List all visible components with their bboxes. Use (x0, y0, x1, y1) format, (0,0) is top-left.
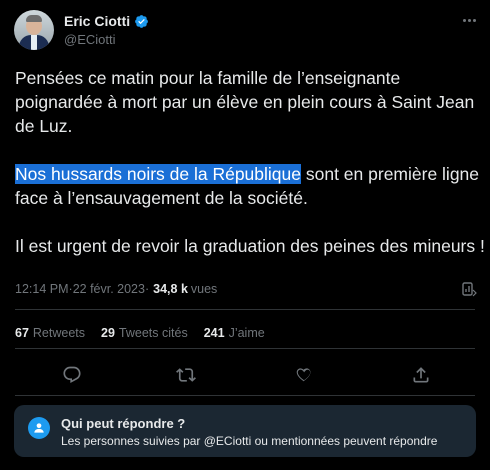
likes-label: J’aime (228, 326, 265, 340)
tweet-time[interactable]: 12:14 PM (15, 282, 69, 296)
people-icon (28, 417, 50, 439)
views-label: vues (190, 282, 218, 296)
author-display-name[interactable]: Eric Ciotti (64, 13, 130, 29)
avatar-hair-shape (26, 15, 42, 22)
reply-restriction-description: Les personnes suivies par @ECiotti ou me… (61, 434, 438, 448)
quote-tweets-stat[interactable]: 29 Tweets cités (101, 326, 188, 340)
like-icon (296, 368, 311, 382)
avatar[interactable] (14, 10, 54, 50)
tweet-paragraph-2: Nos hussards noirs de la République sont… (15, 162, 485, 210)
more-options-icon[interactable] (458, 11, 480, 29)
verified-badge-icon (135, 14, 149, 28)
share-button[interactable] (409, 363, 433, 387)
tweet-text: Pensées ce matin pour la famille de l’en… (15, 66, 485, 282)
likes-stat[interactable]: 241 J’aime (204, 326, 265, 340)
retweets-count: 67 (15, 326, 29, 340)
retweet-icon (176, 368, 196, 382)
views-count: 34,8 k (153, 282, 188, 296)
reply-icon (63, 366, 81, 384)
tweet-meta: 12:14 PM · 22 févr. 2023 · 34,8 k vues (15, 282, 217, 296)
analytics-icon[interactable] (461, 281, 477, 297)
retweets-stat[interactable]: 67 Retweets (15, 326, 85, 340)
reply-button[interactable] (60, 363, 84, 387)
selected-text-highlight: Nos hussards noirs de la République (15, 164, 301, 184)
tweet-stats: 67 Retweets 29 Tweets cités 241 J’aime (15, 326, 281, 340)
author-name-row: Eric Ciotti (64, 13, 149, 29)
share-icon (413, 367, 429, 383)
retweet-button[interactable] (174, 363, 198, 387)
meta-separator: · (144, 282, 150, 296)
tweet-paragraph-1: Pensées ce matin pour la famille de l’en… (15, 68, 475, 136)
tweet-date[interactable]: 22 févr. 2023 (73, 282, 145, 296)
likes-count: 241 (203, 326, 225, 340)
reply-restriction-notice: Qui peut répondre ? Les personnes suivie… (14, 405, 476, 457)
action-bar (0, 363, 490, 387)
divider (15, 395, 475, 396)
avatar-shirt-shape (31, 35, 37, 50)
quotes-label: Tweets cités (118, 326, 188, 340)
reply-restriction-title: Qui peut répondre ? (61, 416, 186, 431)
quotes-count: 29 (101, 326, 115, 340)
like-button[interactable] (292, 363, 316, 387)
tweet-paragraph-3: Il est urgent de revoir la graduation de… (15, 236, 485, 256)
retweets-label: Retweets (32, 326, 86, 340)
author-handle[interactable]: @ECiotti (64, 32, 116, 47)
divider (15, 348, 475, 349)
divider (15, 309, 475, 310)
tweet: Eric Ciotti @ECiotti Pensées ce matin po… (0, 0, 490, 470)
